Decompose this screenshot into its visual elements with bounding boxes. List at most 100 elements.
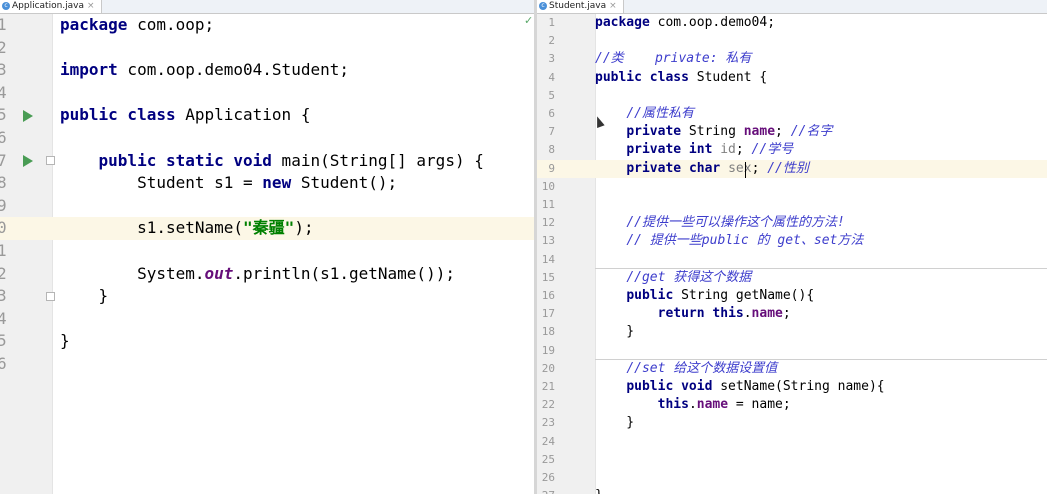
code-line[interactable]: 6 //属性私有 (537, 105, 1047, 123)
close-tab-icon[interactable]: × (87, 1, 95, 11)
code-line[interactable]: 9 private char sex; //性别 (537, 159, 1047, 178)
code-line[interactable]: 3 //类 private: 私有 (537, 50, 1047, 68)
code-line[interactable]: 20 //set 给这个数据设置值 (537, 360, 1047, 378)
code-line[interactable]: 4 public class Student { (537, 69, 1047, 87)
tab-application-java[interactable]: c Application.java × (0, 0, 102, 13)
code-line[interactable]: 2 System.out.println(s1.getName()); (0, 263, 534, 286)
code-line[interactable]: 2 (537, 32, 1047, 50)
code-line[interactable]: 2 (0, 37, 534, 60)
code-text: } (595, 487, 603, 494)
code-line[interactable]: 1 package com.oop; (0, 14, 534, 37)
fold-marker-icon[interactable] (46, 156, 55, 166)
code-token: private int (626, 142, 713, 158)
code-line[interactable]: 25 (537, 451, 1047, 469)
code-token: ; (751, 160, 768, 176)
code-line[interactable]: 26 (537, 469, 1047, 487)
code-token: ; (782, 306, 791, 322)
fold-marker-icon[interactable] (46, 291, 55, 301)
line-number: 20 (541, 361, 555, 375)
code-line[interactable]: 22 this.name = name; (537, 396, 1047, 414)
code-line[interactable]: 24 (537, 433, 1047, 451)
code-line[interactable]: 5 public class Application { (0, 104, 534, 127)
line-number: 5 (0, 331, 7, 351)
code-token: . (688, 397, 697, 413)
code-line[interactable]: 18 } (537, 323, 1047, 341)
code-line[interactable]: 8 private int id; //学号 (537, 141, 1047, 159)
code-line[interactable]: 11 (537, 196, 1047, 214)
line-number: 9 (0, 195, 7, 215)
line-number: 9 (548, 161, 555, 175)
line-number: 17 (541, 307, 555, 321)
code-line[interactable]: 3 import com.oop.demo04.Student; (0, 59, 534, 82)
code-token: ; (735, 142, 752, 158)
code-line[interactable]: 15 //get 获得这个数据 (537, 269, 1047, 287)
code-line[interactable]: 5} (0, 330, 534, 353)
left-editor-pane[interactable]: c Application.java × 1 package com.oop; 2 3 im… (0, 0, 534, 494)
code-token: name (751, 306, 783, 322)
code-token: } (595, 324, 635, 340)
code-text: //属性私有 (595, 105, 694, 123)
code-line[interactable]: 6 (0, 353, 534, 376)
code-token: String getName(){ (673, 288, 815, 303)
close-tab-icon[interactable]: × (609, 1, 617, 11)
run-icon[interactable] (23, 154, 33, 167)
code-token: Student { (688, 69, 768, 85)
code-line[interactable]: 27} (537, 487, 1047, 494)
code-text: public String getName(){ (595, 287, 814, 305)
code-token: //提供一些可以操作这个属性的方法! (626, 215, 845, 231)
code-token: public (626, 288, 674, 303)
code-token: sex (728, 160, 752, 176)
code-line[interactable]: 8 Student s1 = new Student(); (0, 172, 534, 195)
code-token: id (720, 142, 736, 158)
code-line[interactable]: 4 (0, 82, 534, 105)
code-token: . (743, 306, 752, 322)
code-line[interactable]: 5 (537, 87, 1047, 105)
code-text: import com.oop.demo04.Student; (60, 59, 349, 82)
code-line[interactable]: 17 return this.name; (537, 305, 1047, 323)
line-number: 15 (541, 270, 555, 284)
line-number: 11 (541, 198, 555, 211)
code-token: } (60, 331, 70, 351)
line-number: 6 (548, 107, 555, 120)
code-line[interactable]: 6 (0, 127, 534, 150)
code-line[interactable]: 4 (0, 308, 534, 331)
code-text: public static void main(String[] args) { (60, 150, 484, 173)
line-number: 6 (0, 128, 7, 147)
code-line[interactable]: 21 public void setName(String name){ (537, 378, 1047, 396)
right-editor-pane[interactable]: c Student.java × 1 package com.oop.demo04; 2… (537, 0, 1047, 494)
code-text: package com.oop.demo04; (595, 14, 775, 32)
line-number: 6 (0, 354, 7, 373)
code-line[interactable]: 12 //提供一些可以操作这个属性的方法! (537, 214, 1047, 232)
code-line[interactable]: 0 s1.setName("秦疆"); (0, 217, 534, 240)
line-number: 13 (541, 234, 555, 248)
run-icon[interactable] (23, 109, 33, 122)
code-line[interactable]: 16 public String getName(){ (537, 287, 1047, 305)
line-number: 4 (0, 82, 7, 102)
tab-student-java[interactable]: c Student.java × (537, 0, 624, 13)
code-line[interactable]: 7 private String name; //名字 (537, 123, 1047, 141)
line-number: 26 (541, 471, 555, 484)
line-number: 19 (541, 343, 555, 357)
code-line[interactable]: 1 (0, 240, 534, 263)
line-number: 16 (541, 289, 555, 302)
code-token: this (657, 397, 689, 413)
method-separator (595, 268, 1047, 269)
code-line[interactable]: 23 } (537, 414, 1047, 432)
code-line[interactable]: 14 (537, 251, 1047, 269)
line-number: 1 (0, 15, 7, 34)
code-text: return this.name; (595, 305, 791, 323)
code-line[interactable]: 1 package com.oop.demo04; (537, 14, 1047, 32)
code-line[interactable]: 19 (537, 342, 1047, 360)
code-line[interactable]: 10 (537, 178, 1047, 196)
line-number: 24 (541, 434, 555, 448)
line-number: 3 (0, 286, 7, 306)
code-line[interactable]: 7 public static void main(String[] args)… (0, 150, 534, 173)
code-text: // 提供一些public 的 get、set方法 (595, 232, 863, 250)
code-line[interactable]: 13 // 提供一些public 的 get、set方法 (537, 232, 1047, 250)
code-line[interactable]: 9 (0, 195, 534, 218)
code-line[interactable]: 3 } (0, 285, 534, 308)
line-number: 10 (541, 179, 555, 193)
